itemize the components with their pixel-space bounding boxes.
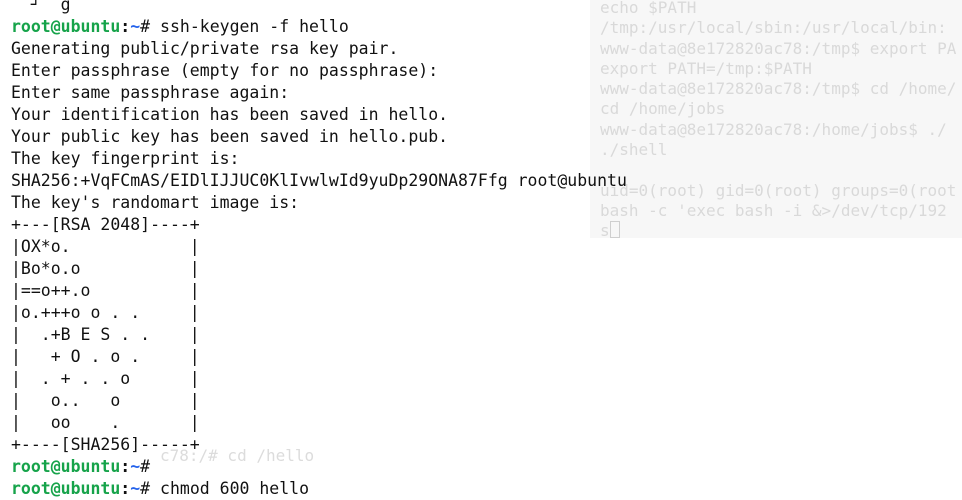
output-line: |Bo*o.o | bbox=[11, 259, 200, 278]
prompt-user-host: root@ubuntu bbox=[11, 457, 121, 476]
output-line: | . + . . o | bbox=[11, 369, 200, 388]
output-line: The key's randomart image is: bbox=[11, 193, 300, 212]
prompt-symbol: # bbox=[140, 457, 151, 476]
output-line: Your public key has been saved in hello.… bbox=[11, 127, 449, 146]
prompt-symbol: # bbox=[140, 479, 151, 498]
output-line: Enter passphrase (empty for no passphras… bbox=[11, 61, 439, 80]
terminal-output[interactable]: ┘ g root@ubuntu:~# ssh-keygen -f hello Ge… bbox=[11, 0, 961, 500]
prompt-symbol: # bbox=[140, 17, 151, 36]
output-line: |==o++.o | bbox=[11, 281, 200, 300]
prompt-user-host: root@ubuntu bbox=[11, 479, 121, 498]
output-line: +----[SHA256]-----+ bbox=[11, 435, 200, 454]
prompt-line: root@ubuntu:~# ssh-keygen -f hello bbox=[11, 16, 961, 38]
output-line: +---[RSA 2048]----+ bbox=[11, 215, 200, 234]
output-line: | oo . | bbox=[11, 413, 200, 432]
prompt-path: ~ bbox=[130, 17, 141, 36]
output-line: | + O . o . | bbox=[11, 347, 200, 366]
prompt-path: ~ bbox=[130, 479, 141, 498]
output-line: Enter same passphrase again: bbox=[11, 83, 290, 102]
prompt-path: ~ bbox=[130, 457, 141, 476]
prompt-line: root@ubuntu:~# bbox=[11, 456, 961, 478]
prompt-separator: : bbox=[120, 457, 131, 476]
output-line: Your identification has been saved in he… bbox=[11, 105, 449, 124]
output-line: The key fingerprint is: bbox=[11, 149, 240, 168]
command-text: ssh-keygen -f hello bbox=[160, 17, 349, 36]
output-line: | o.. o | bbox=[11, 391, 200, 410]
output-line: | .+B E S . . | bbox=[11, 325, 200, 344]
output-line: |o.+++o o . . | bbox=[11, 303, 200, 322]
output-line: ┘ g bbox=[11, 0, 429, 14]
output-line: SHA256:+VqFCmAS/EIDlIJJUC0KlIvwlwId9yuDp… bbox=[11, 171, 627, 190]
prompt-user-host: root@ubuntu bbox=[11, 17, 121, 36]
prompt-separator: : bbox=[120, 479, 131, 498]
output-line: |OX*o. | bbox=[11, 237, 200, 256]
prompt-line: root@ubuntu:~# chmod 600 hello bbox=[11, 478, 961, 500]
prompt-separator: : bbox=[120, 17, 131, 36]
command-text: chmod 600 hello bbox=[160, 479, 310, 498]
output-line: Generating public/private rsa key pair. bbox=[11, 39, 399, 58]
